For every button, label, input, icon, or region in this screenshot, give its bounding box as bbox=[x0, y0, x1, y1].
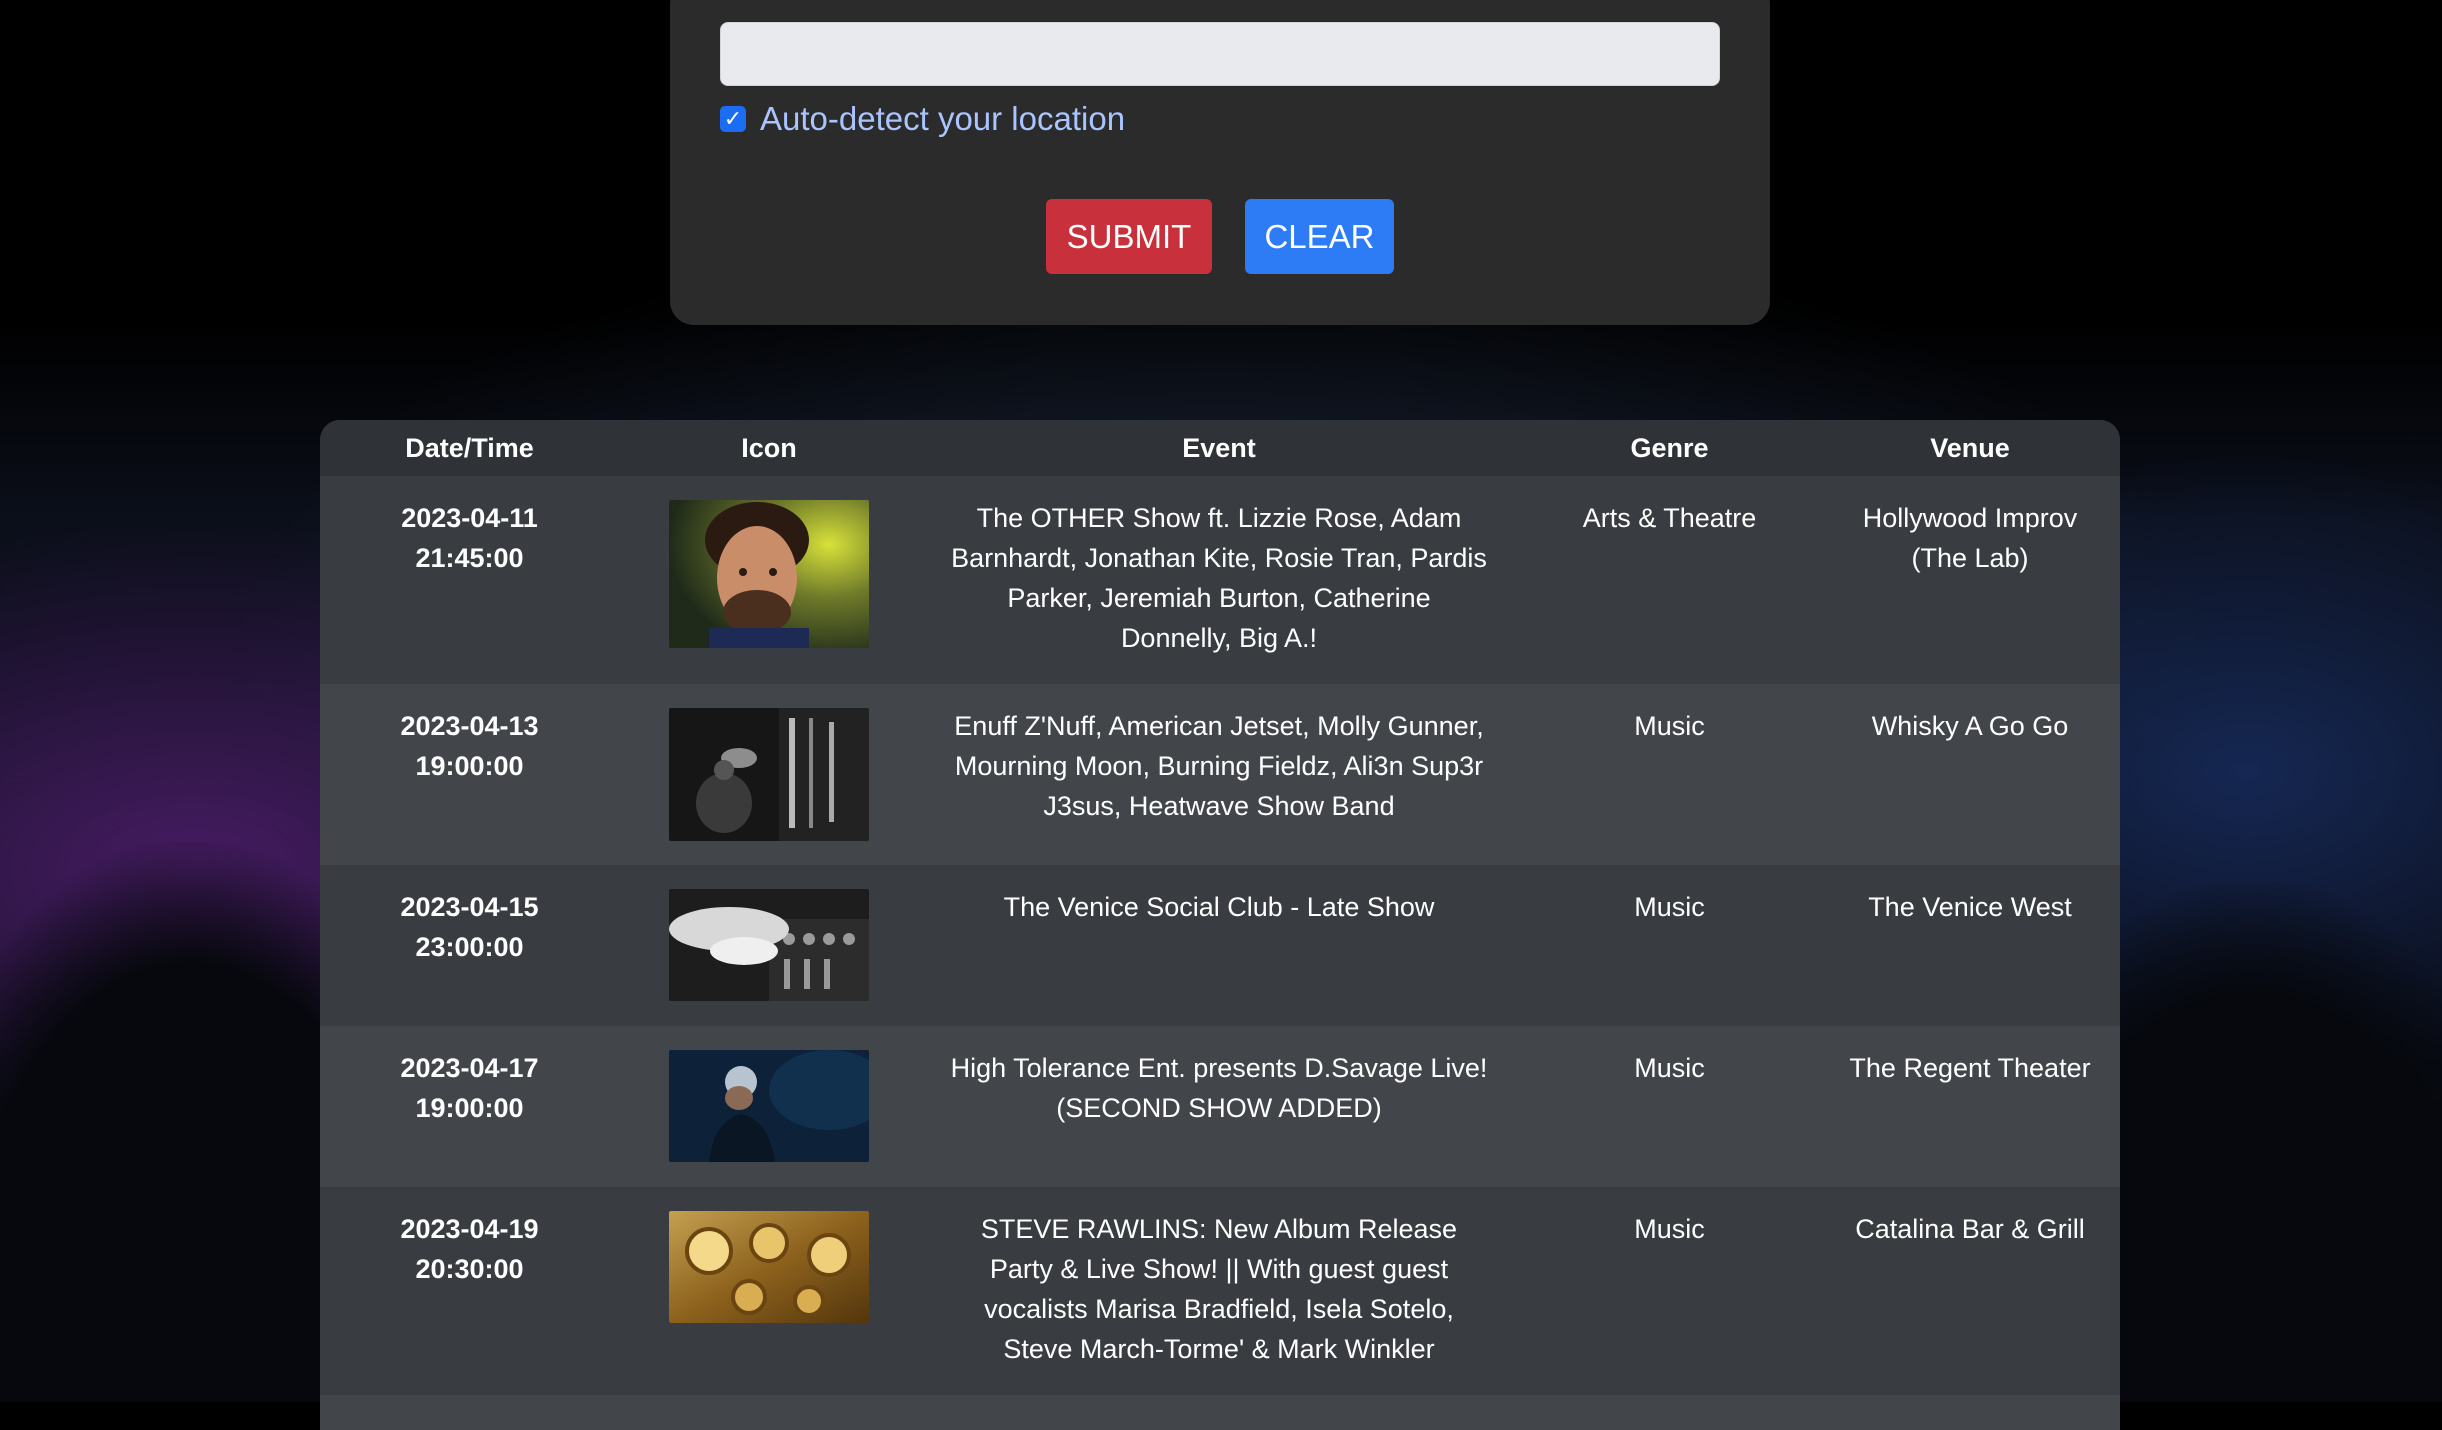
icon-cell bbox=[619, 1187, 919, 1395]
event-cell: The Venice Social Club - Late Show bbox=[1003, 892, 1435, 922]
saxophone-image bbox=[669, 1211, 869, 1323]
datetime-cell: 2023-04-11 21:45:00 bbox=[320, 476, 619, 684]
event-time: 19:00:00 bbox=[415, 1093, 524, 1123]
header-event: Event bbox=[1182, 432, 1256, 463]
icon-cell bbox=[619, 865, 919, 1026]
header-icon: Icon bbox=[741, 432, 797, 463]
venue-cell: Catalina Bar & Grill bbox=[1855, 1214, 2085, 1244]
auto-detect-label[interactable]: Auto-detect your location bbox=[760, 100, 1125, 138]
table-row: 2023-04-19 20:30:00 STEVE RAWLINS: New A… bbox=[320, 1187, 2120, 1395]
table-row: 2023-04-13 19:00:00 Enuff Z'Nuff, Americ… bbox=[320, 684, 2120, 865]
concert-stage-image bbox=[669, 708, 869, 841]
auto-detect-checkbox[interactable]: ✓ bbox=[720, 106, 746, 132]
table-row: 2023-04-17 19:00:00 High Tolerance Ent. … bbox=[320, 1026, 2120, 1187]
event-date: 2023-04-19 bbox=[400, 1214, 539, 1244]
submit-button[interactable]: SUBMIT bbox=[1046, 199, 1212, 274]
genre-cell: Music bbox=[1634, 1214, 1705, 1244]
datetime-cell: 2023-04-17 19:00:00 bbox=[320, 1026, 619, 1187]
venue-cell: Hollywood Improv (The Lab) bbox=[1862, 503, 2078, 573]
venue-cell: The Regent Theater bbox=[1849, 1053, 2091, 1083]
icon-cell bbox=[619, 1026, 919, 1187]
genre-cell: Music bbox=[1634, 1053, 1705, 1083]
results-table: Date/Time Icon Event Genre Venue 2023-04… bbox=[320, 420, 2120, 1430]
datetime-cell: 2023-04-19 20:30:00 bbox=[320, 1187, 619, 1395]
event-date: 2023-04-11 bbox=[401, 503, 538, 533]
header-genre: Genre bbox=[1630, 432, 1709, 463]
table-row: 2023-04-15 23:00:00 The Venice Social Cl… bbox=[320, 865, 2120, 1026]
genre-cell: Arts & Theatre bbox=[1582, 503, 1757, 533]
event-date: 2023-04-15 bbox=[400, 892, 539, 922]
venue-cell: The Venice West bbox=[1868, 892, 2072, 922]
icon-cell bbox=[619, 476, 919, 684]
event-time: 21:45:00 bbox=[415, 543, 524, 573]
event-cell: The OTHER Show ft. Lizzie Rose, Adam Bar… bbox=[951, 503, 1487, 653]
datetime-cell: 2023-04-15 23:00:00 bbox=[320, 865, 619, 1026]
genre-cell: Music bbox=[1634, 892, 1705, 922]
event-time: 19:00:00 bbox=[415, 751, 524, 781]
location-input[interactable] bbox=[720, 22, 1720, 86]
event-cell: High Tolerance Ent. presents D.Savage Li… bbox=[950, 1053, 1488, 1123]
dj-mixer-image bbox=[669, 889, 869, 1001]
venue-cell: Whisky A Go Go bbox=[1871, 711, 2069, 741]
table-row-partial bbox=[320, 1395, 2120, 1430]
icon-cell bbox=[619, 684, 919, 865]
table-header-row: Date/Time Icon Event Genre Venue bbox=[320, 420, 2120, 476]
datetime-cell: 2023-04-13 19:00:00 bbox=[320, 684, 619, 865]
auto-detect-row: ✓ Auto-detect your location bbox=[720, 100, 1125, 138]
event-cell: Enuff Z'Nuff, American Jetset, Molly Gun… bbox=[954, 711, 1484, 821]
header-datetime: Date/Time bbox=[405, 432, 534, 463]
search-form-card: ✓ Auto-detect your location SUBMIT CLEAR bbox=[670, 0, 1770, 325]
event-date: 2023-04-17 bbox=[400, 1053, 539, 1083]
event-date: 2023-04-13 bbox=[400, 711, 539, 741]
event-time: 20:30:00 bbox=[415, 1254, 524, 1284]
genre-cell: Music bbox=[1634, 711, 1705, 741]
comedian-portrait-image bbox=[669, 500, 869, 648]
event-cell: STEVE RAWLINS: New Album Release Party &… bbox=[980, 1214, 1458, 1364]
event-time: 23:00:00 bbox=[415, 932, 524, 962]
table-row: 2023-04-11 21:45:00 The OTHER Show ft. L… bbox=[320, 476, 2120, 684]
header-venue: Venue bbox=[1930, 432, 2010, 463]
clear-button[interactable]: CLEAR bbox=[1245, 199, 1394, 274]
performer-blue-stage-image bbox=[669, 1050, 869, 1162]
